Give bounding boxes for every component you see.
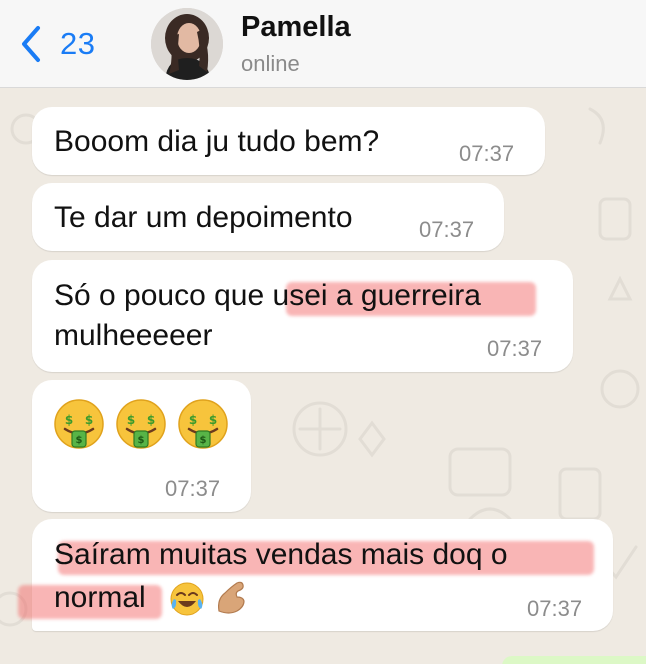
chat-header: 23 Pamella online <box>0 0 646 88</box>
chevron-left-icon <box>22 26 40 62</box>
pinching-hand-icon <box>218 581 245 614</box>
unread-count: 23 <box>60 26 96 61</box>
message-text-line: mulheeeeer <box>54 319 213 352</box>
svg-text:$: $ <box>127 413 135 427</box>
message-bubble[interactable]: Só o pouco que usei a guerreira mulheeee… <box>32 260 573 372</box>
message-bubble[interactable]: Booom dia ju tudo bem? 07:37 <box>32 107 545 175</box>
message-text-line: Saíram muitas vendas mais doq o <box>54 538 508 571</box>
message-time: 07:37 <box>419 217 475 242</box>
back-button[interactable]: 23 <box>18 22 95 66</box>
svg-text:$: $ <box>138 435 145 446</box>
svg-text:$: $ <box>65 413 73 427</box>
outgoing-bubble-edge <box>502 656 646 664</box>
message-text-line: Só o pouco que usei a guerreira <box>54 276 481 316</box>
svg-text:$: $ <box>189 413 197 427</box>
contact-name[interactable]: Pamella <box>241 11 351 44</box>
message-bubble[interactable]: Te dar um depoimento 07:37 <box>32 183 504 251</box>
svg-text:$: $ <box>147 413 155 427</box>
face-with-tears-of-joy-icon <box>170 582 204 616</box>
contact-status: online <box>241 51 300 76</box>
message-text: Te dar um depoimento <box>54 201 353 234</box>
message-text-line: normal <box>54 581 146 614</box>
avatar-photo <box>151 8 223 80</box>
money-mouth-face-icon: $ $ $ <box>178 399 228 449</box>
svg-text:$: $ <box>200 435 207 446</box>
money-mouth-face-icon: $ $ $ <box>54 399 104 449</box>
svg-text:$: $ <box>209 413 217 427</box>
message-time: 07:37 <box>165 476 221 501</box>
money-mouth-face-icon: $ $ $ <box>116 399 166 449</box>
message-text: Booom dia ju tudo bem? <box>54 125 380 158</box>
svg-text:$: $ <box>76 435 83 446</box>
message-text-plain: Só o pouco que <box>54 279 273 312</box>
message-bubble[interactable]: $ $ $ $ $ $ $ $ $ 07:37 <box>32 380 251 512</box>
message-text-highlighted: usei a guerreira <box>272 279 481 312</box>
message-time: 07:37 <box>459 141 515 166</box>
message-time: 07:37 <box>527 596 583 621</box>
avatar[interactable] <box>151 8 223 80</box>
svg-text:$: $ <box>85 413 93 427</box>
message-time: 07:37 <box>487 336 543 361</box>
message-bubble[interactable]: Saíram muitas vendas mais doq o normal 0… <box>18 519 613 631</box>
